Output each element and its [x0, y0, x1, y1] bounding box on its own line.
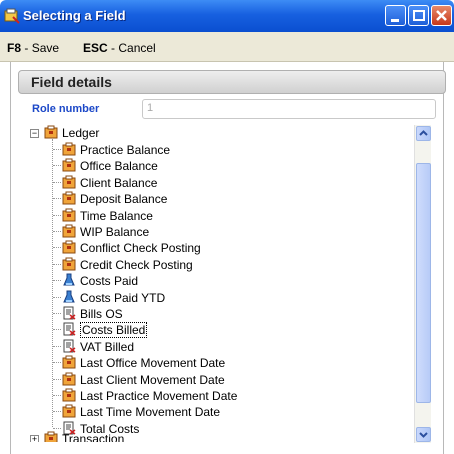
- tree-item-label: Last Office Movement Date: [80, 356, 226, 371]
- folder-icon: [62, 240, 76, 254]
- close-icon: [436, 10, 447, 21]
- folder-icon: [62, 208, 76, 222]
- tree-item-label: Costs Paid YTD: [80, 290, 166, 305]
- tree-guide-branch: [53, 165, 61, 167]
- flask-icon: [63, 273, 75, 286]
- tree-guide-branch: [53, 362, 61, 364]
- tree-item-label: Last Time Movement Date: [80, 405, 221, 420]
- scroll-down-button[interactable]: [416, 427, 431, 442]
- maximize-button[interactable]: [408, 5, 429, 26]
- save-shortcut[interactable]: F8 - Save: [7, 41, 59, 55]
- section-header: Field details: [18, 70, 446, 94]
- tree-item-label: VAT Billed: [80, 339, 135, 354]
- document-icon: [63, 322, 76, 336]
- tree-guide-branch: [53, 329, 61, 331]
- folder-icon: [44, 431, 58, 442]
- tree-guide-branch: [53, 198, 61, 200]
- tree-item-label: Bills OS: [80, 307, 123, 321]
- tree-item-label: Conflict Check Posting: [80, 241, 201, 256]
- tree-guide-branch: [53, 395, 61, 396]
- folder-icon: [44, 125, 58, 139]
- save-key: F8: [7, 41, 22, 55]
- expand-transaction-toggle[interactable]: +: [30, 435, 39, 442]
- tree-guide-branch: [53, 231, 61, 232]
- tree-guide-branch: [53, 149, 61, 150]
- role-number-field[interactable]: 1: [142, 99, 436, 119]
- document-icon: [63, 306, 76, 320]
- title-bar[interactable]: Selecting a Field: [0, 0, 454, 32]
- minimize-button[interactable]: [385, 5, 406, 26]
- tree-guide-branch: [53, 280, 61, 282]
- tree-guide-branch: [53, 181, 61, 183]
- tree-guide-branch: [53, 345, 61, 347]
- tree-guide-branch: [53, 313, 61, 314]
- tree-guide-branch: [53, 296, 61, 298]
- tree-item-label: WIP Balance: [80, 225, 150, 239]
- tree-item-label: Office Balance: [80, 159, 158, 174]
- tree-item-label: Client Balance: [80, 175, 158, 190]
- folder-icon: [62, 372, 76, 386]
- chevron-up-icon: [419, 130, 428, 136]
- tree-guide-branch: [53, 378, 61, 380]
- tree-root-label: Ledger: [62, 126, 100, 140]
- tree-item-label: Costs Billed: [80, 322, 148, 339]
- tree-item-label: Time Balance: [80, 208, 153, 223]
- vertical-scrollbar[interactable]: [414, 125, 431, 443]
- save-label: - Save: [24, 41, 60, 55]
- chevron-down-icon: [419, 432, 428, 438]
- folder-icon: [62, 158, 76, 172]
- folder-icon: [62, 191, 76, 205]
- folder-icon: [62, 175, 76, 189]
- scroll-up-button[interactable]: [416, 126, 431, 141]
- folder-icon: [62, 404, 76, 418]
- tree-guide-branch: [53, 247, 61, 249]
- tree-item-label: Deposit Balance: [80, 192, 168, 207]
- flask-icon: [63, 290, 75, 303]
- folder-icon: [62, 355, 76, 369]
- folder-icon: [62, 388, 76, 402]
- app-icon: [4, 8, 20, 24]
- folder-icon: [62, 257, 76, 271]
- cancel-label: - Cancel: [111, 41, 156, 55]
- collapse-ledger-toggle[interactable]: −: [30, 129, 39, 138]
- window-title: Selecting a Field: [23, 8, 126, 23]
- tree-item-label: Last Practice Movement Date: [80, 389, 238, 403]
- maximize-icon: [413, 10, 425, 21]
- tree-guide-branch: [53, 411, 61, 413]
- field-tree[interactable]: − Ledger Practice Balance Office Balance C…: [30, 125, 412, 442]
- tree-guide-branch: [53, 214, 61, 216]
- section-title: Field details: [31, 74, 112, 90]
- tree-guide-branch: [53, 263, 61, 265]
- role-number-label: Role number: [32, 103, 100, 115]
- minimize-icon: [391, 19, 399, 22]
- folder-icon: [62, 142, 76, 156]
- close-button[interactable]: [431, 5, 452, 26]
- tree-item-label: Credit Check Posting: [80, 257, 193, 272]
- folder-icon: [62, 224, 76, 238]
- tree-item-label: Practice Balance: [80, 143, 171, 157]
- tree-root-label: Transaction: [62, 432, 125, 442]
- tree-guide-branch: [53, 427, 61, 429]
- scroll-thumb[interactable]: [416, 163, 431, 403]
- cancel-key: ESC: [83, 41, 108, 55]
- cancel-shortcut[interactable]: ESC - Cancel: [83, 41, 156, 55]
- tree-item-label: Last Client Movement Date: [80, 372, 225, 387]
- shortcut-bar: F8 - Save ESC - Cancel: [0, 32, 454, 62]
- tree-item-label: Costs Paid: [80, 274, 139, 289]
- document-icon: [63, 339, 76, 353]
